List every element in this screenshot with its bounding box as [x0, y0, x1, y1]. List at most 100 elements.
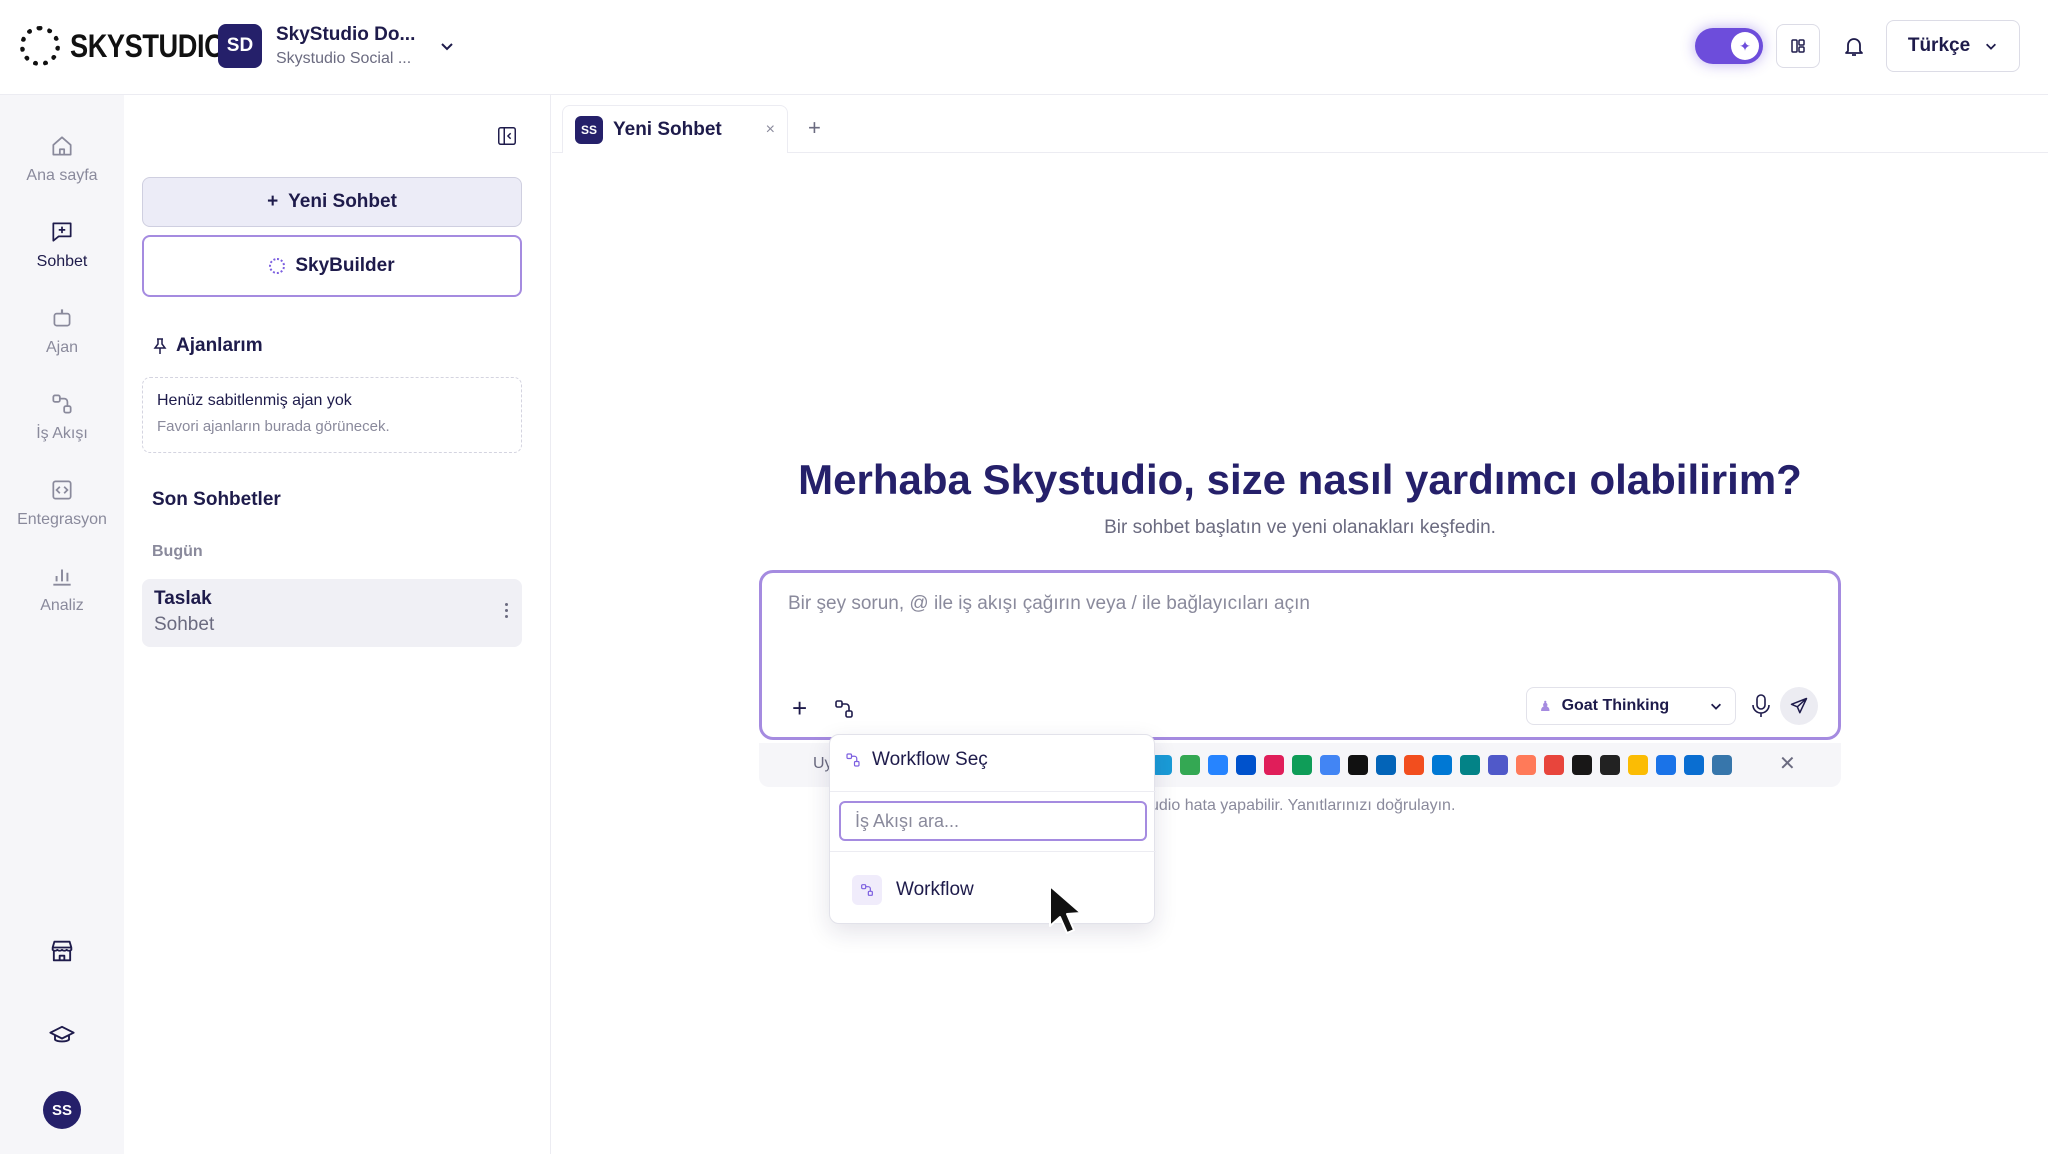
graduation-cap-icon: [49, 1025, 75, 1043]
workflow-option-label: Workflow: [896, 879, 974, 900]
message-input[interactable]: [788, 593, 1788, 615]
tab-label: Yeni Sohbet: [613, 118, 722, 140]
microphone-button[interactable]: [1750, 693, 1772, 724]
integration-icon[interactable]: [1180, 755, 1200, 775]
integration-icon[interactable]: [1460, 755, 1480, 775]
chevron-down-icon: [1711, 703, 1721, 710]
workspace-switcher[interactable]: SD SkyStudio Do... Skystudio Social ...: [218, 24, 455, 68]
chat-title: Taslak: [154, 588, 212, 609]
nav-item-chat[interactable]: Sohbet: [0, 219, 124, 271]
integration-icon[interactable]: [1404, 755, 1424, 775]
store-button[interactable]: [0, 937, 124, 965]
robot-icon: [53, 309, 71, 327]
workflow-dropdown: Workflow Seç Workflow: [829, 734, 1156, 924]
attach-button[interactable]: +: [792, 693, 807, 724]
integration-icon[interactable]: [1264, 755, 1284, 775]
dropdown-header: Workflow Seç: [844, 749, 988, 771]
integration-icon[interactable]: [1544, 755, 1564, 775]
workspace-name: SkyStudio Do...: [276, 24, 416, 45]
agents-section-title: Ajanlarım: [152, 335, 263, 357]
nav-label: Ajan: [45, 339, 79, 356]
model-label: Goat Thinking: [1561, 697, 1670, 714]
divider: [830, 791, 1156, 792]
user-menu[interactable]: SS: [0, 1091, 124, 1129]
nav-item-home[interactable]: Ana sayfa: [0, 133, 124, 185]
skybuilder-button[interactable]: SkyBuilder: [142, 235, 522, 297]
workflow-search-input[interactable]: [839, 801, 1147, 841]
avatar: SS: [43, 1091, 81, 1129]
integration-icon[interactable]: [1488, 755, 1508, 775]
workspace-avatar: SD: [218, 24, 262, 68]
layout-button[interactable]: [1776, 24, 1820, 68]
nav-rail: Ana sayfa Sohbet Ajan İş Akışı Entegrasy…: [0, 95, 124, 1154]
integration-icon[interactable]: [1208, 755, 1228, 775]
nav-label: Ana sayfa: [26, 167, 98, 184]
integration-icon[interactable]: [1600, 755, 1620, 775]
page-subtitle: Bir sohbet başlatın ve yeni olanakları k…: [1104, 517, 1496, 538]
academy-button[interactable]: [0, 1021, 124, 1049]
new-chat-label: Yeni Sohbet: [288, 191, 397, 212]
microphone-icon: [1752, 694, 1770, 717]
sparkle-icon: ✦: [1731, 32, 1759, 60]
new-chat-button[interactable]: + Yeni Sohbet: [142, 177, 522, 227]
chat-subtitle: Sohbet: [154, 614, 215, 635]
close-icon[interactable]: ×: [766, 121, 775, 139]
mouse-cursor-icon: [1049, 885, 1082, 934]
top-header: SKYSTUDIO SD SkyStudio Do... Skystudio S…: [0, 0, 2048, 95]
integration-icon[interactable]: [1236, 755, 1256, 775]
close-icon[interactable]: ✕: [1779, 751, 1796, 776]
tab-bar: SS Yeni Sohbet × +: [552, 95, 2048, 153]
integration-icon[interactable]: [1320, 755, 1340, 775]
integration-icon[interactable]: [1376, 755, 1396, 775]
code-icon: [52, 480, 72, 500]
integration-icon[interactable]: [1684, 755, 1704, 775]
more-options-icon[interactable]: [505, 603, 508, 618]
send-button[interactable]: [1780, 687, 1818, 725]
language-select[interactable]: Türkçe: [1886, 20, 2020, 72]
logo-text: SKYSTUDIO: [70, 27, 225, 64]
logo-mark-icon: [20, 26, 60, 66]
chevron-down-icon: [441, 43, 454, 51]
workflow-icon: [835, 700, 853, 718]
pin-icon: [153, 338, 167, 354]
workflow-button[interactable]: [832, 697, 856, 726]
chat-list-item[interactable]: Taslak Sohbet: [142, 579, 522, 647]
integration-icon[interactable]: [1292, 755, 1312, 775]
agents-title: Ajanlarım: [176, 335, 263, 356]
integration-icon[interactable]: [1432, 755, 1452, 775]
tab-badge: SS: [575, 115, 603, 144]
disclaimer-text: udio hata yapabilir. Yanıtlarınızı doğru…: [1150, 797, 1456, 814]
tab-new-chat[interactable]: SS Yeni Sohbet ×: [562, 105, 788, 153]
language-label: Türkçe: [1907, 35, 1971, 56]
agents-empty-state: Henüz sabitlenmiş ajan yok Favori ajanla…: [142, 377, 522, 453]
send-icon: [1790, 697, 1808, 714]
workflow-option[interactable]: Workflow: [852, 875, 974, 905]
notifications-button[interactable]: [1838, 30, 1870, 62]
empty-title: Henüz sabitlenmiş ajan yok: [157, 392, 352, 409]
page-title: Merhaba Skystudio, size nasıl yardımcı o…: [798, 456, 1802, 503]
skybuilder-label: SkyBuilder: [295, 255, 395, 276]
integration-icon[interactable]: [1152, 755, 1172, 775]
nav-label: Analiz: [40, 597, 84, 614]
nav-label: İş Akışı: [36, 425, 88, 442]
nav-item-agent[interactable]: Ajan: [0, 305, 124, 357]
empty-subtitle: Favori ajanların burada görünecek.: [157, 418, 390, 435]
integration-icons: [1152, 755, 1732, 775]
chat-plus-icon: [52, 222, 72, 242]
collapse-sidebar-button[interactable]: [496, 125, 518, 152]
integration-icon[interactable]: [1656, 755, 1676, 775]
nav-item-workflow[interactable]: İş Akışı: [0, 391, 124, 443]
nav-item-integration[interactable]: Entegrasyon: [0, 477, 124, 529]
add-tab-button[interactable]: +: [808, 115, 821, 141]
bell-icon: [1845, 38, 1863, 56]
integration-icon[interactable]: [1348, 755, 1368, 775]
integration-icon[interactable]: [1628, 755, 1648, 775]
recent-section-title: Son Sohbetler: [152, 489, 281, 510]
integration-icon[interactable]: [1516, 755, 1536, 775]
integration-icon[interactable]: [1712, 755, 1732, 775]
dropdown-title: Workflow Seç: [872, 749, 988, 770]
model-select[interactable]: ♟ Goat Thinking: [1526, 687, 1736, 725]
nav-item-analytics[interactable]: Analiz: [0, 563, 124, 615]
ai-mode-toggle[interactable]: ✦: [1695, 28, 1763, 64]
integration-icon[interactable]: [1572, 755, 1592, 775]
